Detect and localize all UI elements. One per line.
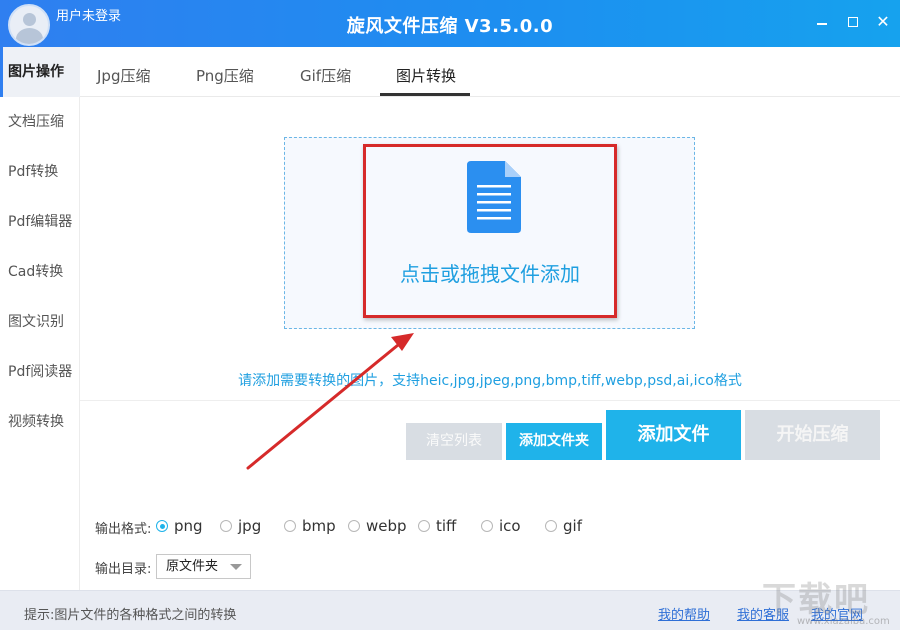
format-radio-tiff[interactable]: tiff [418,517,456,535]
tab-bar: Jpg压缩 Png压缩 Gif压缩 图片转换 [80,47,900,97]
tab-gif-compress[interactable]: Gif压缩 [300,65,351,86]
clear-list-button[interactable]: 清空列表 [406,423,502,460]
supported-formats-hint: 请添加需要转换的图片，支持heic,jpg,jpeg,png,bmp,tiff,… [238,373,742,389]
sidebar-item-image-ops[interactable]: 图片操作 [0,47,80,97]
sidebar-item-pdf-reader[interactable]: Pdf阅读器 [0,347,80,397]
add-file-button[interactable]: 添加文件 [606,410,741,460]
minimize-icon[interactable] [812,12,832,32]
sidebar-item-cad-convert[interactable]: Cad转换 [0,247,80,297]
output-dir-label: 输出目录: [95,562,152,577]
support-link[interactable]: 我的客服 [737,604,789,623]
active-tab-underline [380,93,470,96]
output-dir-select[interactable]: 原文件夹 [156,554,251,579]
tab-image-convert[interactable]: 图片转换 [396,65,456,86]
footer-hint: 提示:图片文件的各种格式之间的转换 [24,608,237,623]
format-radio-webp[interactable]: webp [348,517,407,535]
start-compress-button[interactable]: 开始压缩 [745,410,880,460]
document-icon [467,161,521,233]
sidebar: 图片操作 文档压缩 Pdf转换 Pdf编辑器 Cad转换 图文识别 Pdf阅读器… [0,47,80,590]
sidebar-item-doc-compress[interactable]: 文档压缩 [0,97,80,147]
format-radio-gif[interactable]: gif [545,517,582,535]
title-bar: 用户未登录 旋风文件压缩 V3.5.0.0 ✕ [0,0,900,47]
format-radio-png[interactable]: png [156,517,203,535]
output-dir-value: 原文件夹 [166,559,219,574]
format-radio-bmp[interactable]: bmp [284,517,336,535]
format-radio-jpg[interactable]: jpg [220,517,261,535]
output-format-label: 输出格式: [95,522,152,537]
tab-png-compress[interactable]: Png压缩 [196,65,254,86]
maximize-icon[interactable] [843,12,863,32]
website-link[interactable]: 我的官网 [811,604,863,623]
sidebar-item-ocr[interactable]: 图文识别 [0,297,80,347]
close-icon[interactable]: ✕ [873,12,893,32]
sidebar-item-pdf-convert[interactable]: Pdf转换 [0,147,80,197]
add-folder-button[interactable]: 添加文件夹 [506,423,602,460]
sidebar-item-video-convert[interactable]: 视频转换 [0,397,80,447]
tab-jpg-compress[interactable]: Jpg压缩 [97,65,150,86]
app-title: 旋风文件压缩 V3.5.0.0 [346,16,554,37]
divider [80,400,900,401]
help-link[interactable]: 我的帮助 [658,604,710,623]
status-bar: 提示:图片文件的各种格式之间的转换 我的帮助 我的客服 我的官网 [0,590,900,630]
format-radio-ico[interactable]: ico [481,517,521,535]
drop-zone-label[interactable]: 点击或拖拽文件添加 [363,258,617,287]
sidebar-item-pdf-editor[interactable]: Pdf编辑器 [0,197,80,247]
chevron-down-icon [230,564,242,570]
